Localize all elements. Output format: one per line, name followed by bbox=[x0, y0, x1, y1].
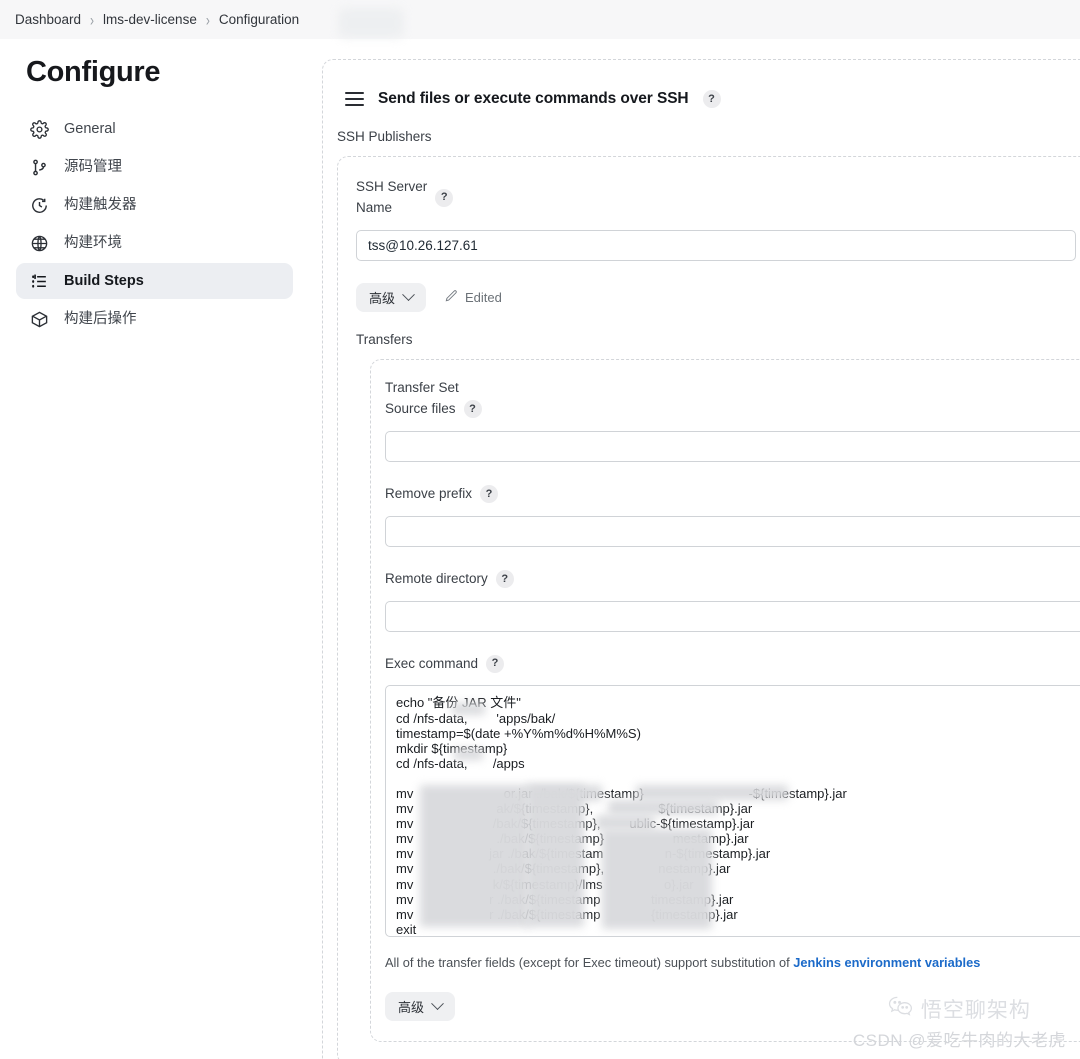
exec-command-line: mv r ./bak/${timestamp {timestamp}.jar bbox=[396, 906, 738, 922]
help-icon[interactable]: ? bbox=[463, 400, 482, 419]
exec-command-textarea[interactable]: echo "备份 JAR 文件" cd /nfs-data, 'apps/bak/… bbox=[385, 685, 1080, 938]
help-icon[interactable]: ? bbox=[435, 188, 454, 207]
globe-icon bbox=[28, 232, 50, 254]
transfers-label: Transfers bbox=[356, 331, 413, 347]
exec-command-line: mv /bak/${timestamp}, ublic-${timestamp}… bbox=[396, 816, 755, 832]
redacted-artifact bbox=[338, 8, 404, 38]
sidebar-item-general[interactable]: General bbox=[16, 111, 293, 147]
gear-icon bbox=[28, 118, 50, 140]
exec-command-line: exit bbox=[396, 921, 417, 937]
list-icon bbox=[28, 270, 50, 292]
source-files-label: Source files ? bbox=[385, 399, 1080, 420]
ssh-publishers-label: SSH Publishers bbox=[337, 129, 432, 144]
configure-sidebar: Configure General 源码管理 构建触发器 构建环境 Build … bbox=[0, 39, 318, 1059]
remote-directory-label: Remote directory ? bbox=[385, 569, 1080, 590]
ssh-server-box: SSH Server Name ? 高级 Edited bbox=[337, 156, 1080, 1059]
remote-directory-input[interactable] bbox=[385, 600, 1080, 632]
exec-command-content: echo "备份 JAR 文件" cd /nfs-data, 'apps/bak/… bbox=[396, 695, 1080, 937]
exec-command-line: mv r ./bak/${timestamp timestamp}.jar bbox=[396, 891, 734, 907]
advanced-button-label: 高级 bbox=[398, 1000, 425, 1016]
help-icon[interactable]: ? bbox=[495, 570, 514, 589]
exec-command-line: cd /nfs-data, /apps bbox=[396, 755, 525, 771]
drag-handle-icon[interactable] bbox=[345, 92, 364, 106]
sidebar-item-scm[interactable]: 源码管理 bbox=[16, 149, 293, 185]
main-content: Send files or execute commands over SSH … bbox=[320, 39, 1080, 1059]
help-icon[interactable]: ? bbox=[702, 90, 721, 108]
ssh-server-name-input[interactable] bbox=[356, 229, 1076, 261]
transfer-set-box: Transfer Set Source files ? Remove prefi… bbox=[370, 358, 1080, 1043]
edited-label: Edited bbox=[465, 289, 502, 305]
source-files-input[interactable] bbox=[385, 430, 1080, 462]
sidebar-item-label: 构建后操作 bbox=[64, 310, 137, 327]
ssh-server-actions: 高级 Edited bbox=[356, 282, 1080, 312]
help-icon[interactable]: ? bbox=[486, 654, 505, 673]
transfer-set-actions: 高级 bbox=[385, 992, 1080, 1022]
sidebar-item-build-triggers[interactable]: 构建触发器 bbox=[16, 187, 293, 223]
exec-command-line: mv ./bak/${timestamp}, nestamp}.jar bbox=[396, 861, 731, 877]
breadcrumb-separator-icon: › bbox=[205, 10, 210, 29]
breadcrumb-item-dashboard[interactable]: Dashboard bbox=[15, 12, 81, 27]
breadcrumb-separator-icon: › bbox=[90, 10, 95, 29]
ssh-server-name-label: SSH Server Name ? bbox=[356, 177, 1080, 219]
ssh-publisher-panel: Send files or execute commands over SSH … bbox=[322, 59, 1080, 1059]
clock-icon bbox=[28, 194, 50, 216]
exec-command-line: mv k/${timestamp}/lms o}.jar bbox=[396, 876, 694, 892]
branch-icon bbox=[28, 156, 50, 178]
exec-command-line: mv ak/${timestamp}, ${timestamp}.jar bbox=[396, 801, 753, 817]
jenkins-env-variables-link[interactable]: Jenkins environment variables bbox=[793, 955, 980, 970]
exec-command-line bbox=[396, 771, 1080, 786]
exec-command-line: echo "备份 JAR 文件" bbox=[396, 695, 521, 711]
panel-header: Send files or execute commands over SSH … bbox=[323, 78, 1080, 108]
exec-command-line: timestamp=$(date +%Y%m%d%H%M%S) bbox=[396, 725, 641, 741]
footnote-text: All of the transfer fields (except for E… bbox=[385, 955, 794, 971]
transfer-fields-footnote: All of the transfer fields (except for E… bbox=[385, 955, 1080, 970]
sidebar-item-label: 构建触发器 bbox=[64, 196, 137, 213]
sidebar-item-label: General bbox=[64, 120, 116, 137]
exec-command-label: Exec command ? bbox=[385, 654, 1080, 675]
sidebar-item-build-steps[interactable]: Build Steps bbox=[16, 263, 293, 299]
advanced-button-label: 高级 bbox=[369, 290, 396, 306]
exec-command-line: mv jar ./bak/${timestam n-${timestamp}.j… bbox=[396, 846, 771, 862]
breadcrumb-item-job[interactable]: lms-dev-license bbox=[103, 12, 197, 27]
pencil-icon bbox=[444, 289, 458, 306]
sidebar-item-build-environment[interactable]: 构建环境 bbox=[16, 225, 293, 261]
chevron-down-icon bbox=[431, 997, 444, 1011]
edited-indicator: Edited bbox=[444, 289, 502, 306]
breadcrumb-item-configuration[interactable]: Configuration bbox=[219, 12, 299, 27]
exec-command-line: mv or.jar ./bak/${timestamp} -${timestam… bbox=[396, 786, 847, 802]
sidebar-item-label: 源码管理 bbox=[64, 158, 122, 175]
exec-command-line: mkdir ${timestamp} bbox=[396, 740, 508, 756]
sidebar-item-post-build-actions[interactable]: 构建后操作 bbox=[16, 301, 293, 337]
sidebar-item-label: Build Steps bbox=[64, 272, 144, 289]
transfer-advanced-button[interactable]: 高级 bbox=[385, 992, 456, 1022]
remove-prefix-label: Remove prefix ? bbox=[385, 484, 1080, 505]
breadcrumb: Dashboard › lms-dev-license › Configurat… bbox=[0, 0, 1080, 39]
panel-title: Send files or execute commands over SSH bbox=[378, 90, 689, 107]
page-title: Configure bbox=[26, 56, 161, 88]
remove-prefix-input[interactable] bbox=[385, 515, 1080, 547]
advanced-button[interactable]: 高级 bbox=[356, 282, 427, 312]
transfer-set-label: Transfer Set bbox=[385, 379, 459, 395]
exec-command-line: mv ./bak/${timestamp} mestamp}.jar bbox=[396, 831, 749, 847]
chevron-down-icon bbox=[402, 288, 415, 301]
sidebar-item-label: 构建环境 bbox=[64, 234, 122, 251]
box-icon bbox=[28, 308, 50, 330]
exec-command-line: cd /nfs-data, 'apps/bak/ bbox=[396, 710, 556, 726]
help-icon[interactable]: ? bbox=[480, 485, 499, 504]
